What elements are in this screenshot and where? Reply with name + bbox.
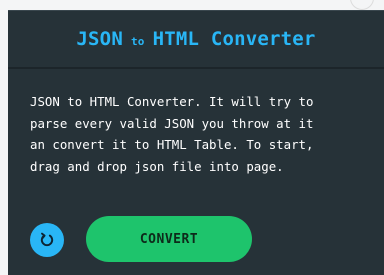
- title-json: JSON: [76, 28, 123, 50]
- title-html-converter: HTML Converter: [152, 28, 316, 50]
- description-text: JSON to HTML Converter. It will try to p…: [30, 94, 314, 174]
- title-connector: to: [130, 34, 145, 48]
- refresh-button[interactable]: [30, 223, 64, 257]
- browser-strip: [0, 0, 384, 10]
- page-title: JSON to HTML Converter: [8, 11, 384, 69]
- browser-tab-edge: [350, 0, 374, 10]
- converter-panel: JSON to HTML Converter JSON to HTML Conv…: [8, 10, 384, 275]
- convert-button[interactable]: CONVERT: [86, 216, 252, 262]
- refresh-icon: [40, 232, 54, 247]
